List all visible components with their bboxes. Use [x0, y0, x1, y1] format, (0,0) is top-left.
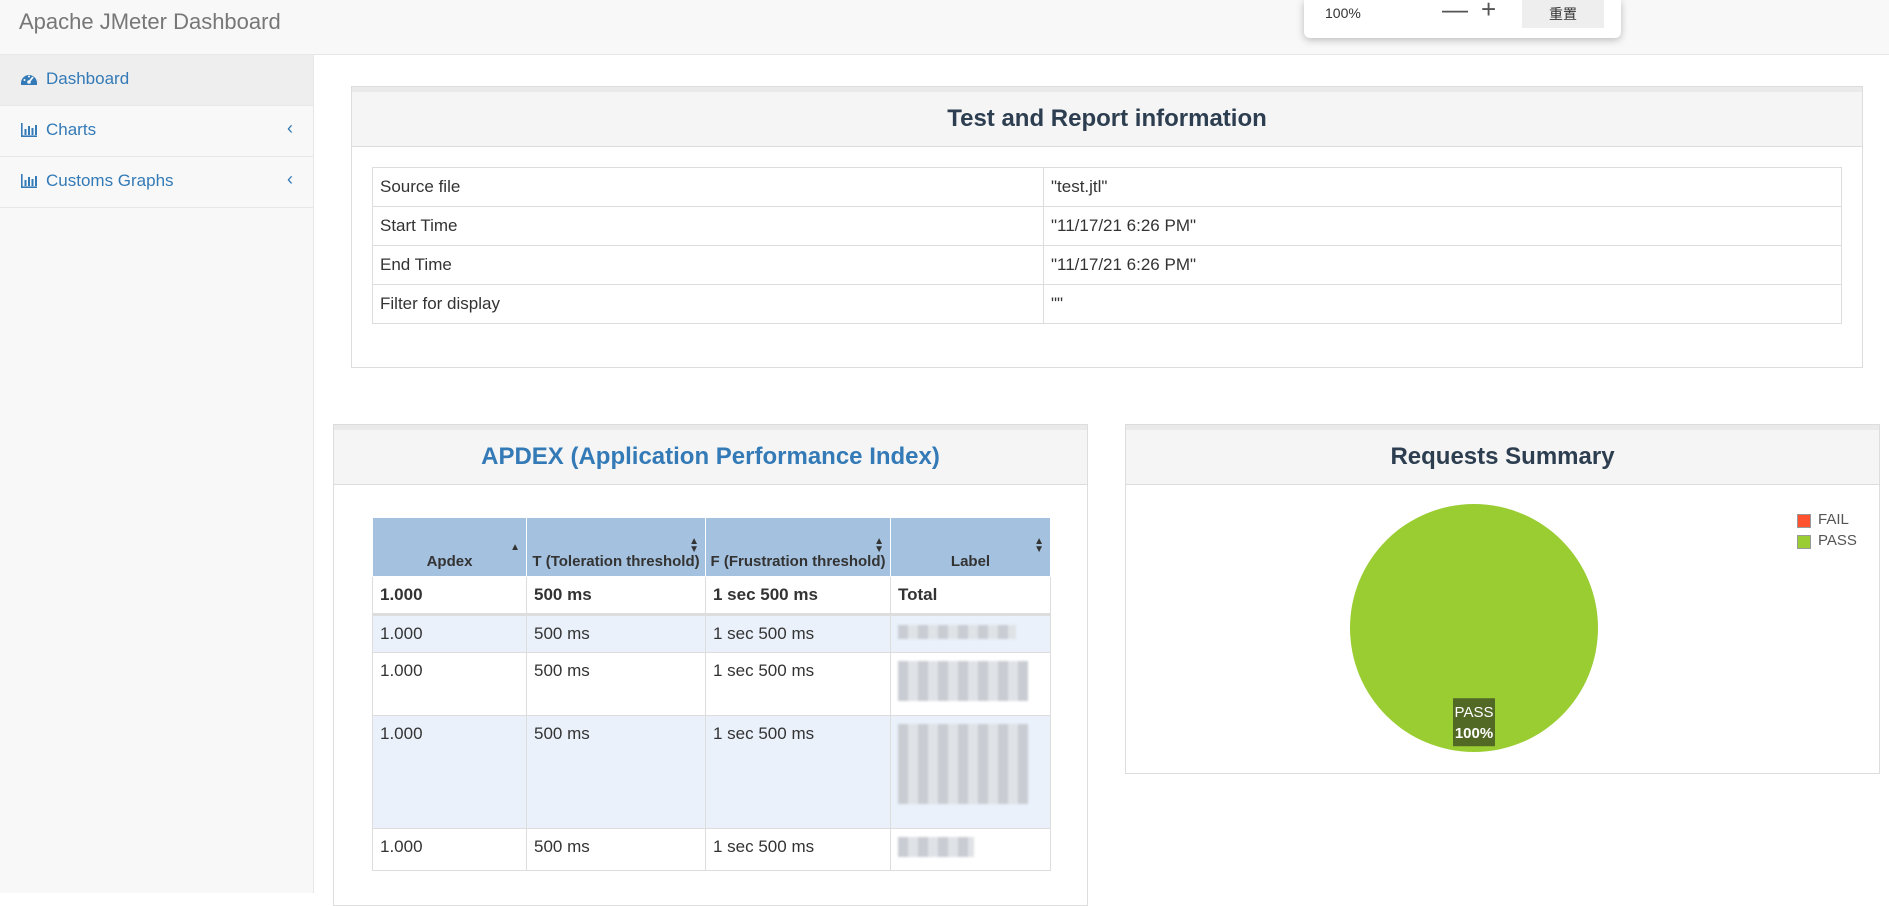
cell-apdex: 1.000 [372, 715, 527, 829]
info-key: Filter for display [372, 284, 1044, 324]
header-label: F (Frustration threshold) [710, 553, 886, 570]
cell-label-redacted [890, 614, 1051, 653]
cell-frustration: 1 sec 500 ms [705, 715, 891, 829]
sort-icon: ▲ ▼ [1034, 536, 1044, 555]
column-header-frustration[interactable]: F (Frustration threshold) ▲ ▼ [705, 517, 891, 577]
info-key: Start Time [372, 206, 1044, 246]
sidebar-item-dashboard[interactable]: Dashboard [0, 55, 313, 106]
header-label: T (Toleration threshold) [532, 553, 700, 570]
sidebar-item-label: Customs Graphs [46, 171, 174, 190]
cell-frustration: 1 sec 500 ms [705, 614, 891, 653]
cell-apdex: 1.000 [372, 576, 527, 616]
cell-toleration: 500 ms [526, 576, 706, 616]
table-row: 1.000 500 ms 1 sec 500 ms [372, 828, 1051, 871]
cell-frustration: 1 sec 500 ms [705, 576, 891, 616]
table-row: End Time "11/17/21 6:26 PM" [372, 245, 1842, 285]
apdex-panel: APDEX (Application Performance Index) Ap… [333, 424, 1088, 906]
cell-toleration: 500 ms [526, 715, 706, 829]
info-value: "test.jtl" [1043, 167, 1842, 207]
cell-label-redacted [890, 828, 1051, 871]
header-label: Apdex [426, 553, 473, 570]
cell-apdex: 1.000 [372, 614, 527, 653]
cell-label-redacted [890, 715, 1051, 829]
legend-swatch-pass [1797, 535, 1811, 549]
info-key: End Time [372, 245, 1044, 285]
test-info-table: Source file "test.jtl" Start Time "11/17… [372, 167, 1842, 324]
sidebar-item-charts[interactable]: Charts ‹ [0, 106, 313, 157]
cell-apdex: 1.000 [372, 828, 527, 871]
sort-icon: ▲ ▼ [874, 536, 884, 555]
cell-apdex: 1.000 [372, 652, 527, 716]
zoom-popup: 100% — + 重置 [1304, 0, 1621, 38]
requests-summary-title: Requests Summary [1126, 425, 1879, 485]
info-value: "11/17/21 6:26 PM" [1043, 206, 1842, 246]
column-header-toleration[interactable]: T (Toleration threshold) ▲ ▼ [526, 517, 706, 577]
header-label: Label [950, 553, 991, 570]
sort-icon: ▲ ▼ [689, 536, 699, 555]
legend-label: PASS [1818, 532, 1857, 549]
bar-chart-icon [21, 123, 37, 137]
apdex-title[interactable]: APDEX (Application Performance Index) [334, 425, 1087, 485]
redacted-text [898, 724, 1028, 804]
app-brand[interactable]: Apache JMeter Dashboard [19, 9, 281, 35]
zoom-level: 100% [1325, 5, 1361, 21]
table-row: 1.000 500 ms 1 sec 500 ms [372, 614, 1051, 653]
info-value: "11/17/21 6:26 PM" [1043, 245, 1842, 285]
requests-summary-panel: Requests Summary [1125, 424, 1880, 774]
zoom-in-button[interactable]: + [1481, 0, 1496, 25]
column-header-label[interactable]: Label ▲ ▼ [890, 517, 1051, 577]
zoom-reset-button[interactable]: 重置 [1522, 0, 1604, 28]
cell-label-redacted [890, 652, 1051, 716]
cell-frustration: 1 sec 500 ms [705, 652, 891, 716]
table-row: 1.000 500 ms 1 sec 500 ms [372, 715, 1051, 829]
chevron-left-icon: ‹ [287, 169, 293, 189]
table-header-row: Apdex ▲ T (Toleration threshold) ▲ ▼ F (Fru… [372, 517, 1051, 577]
sidebar-item-label: Dashboard [46, 69, 130, 88]
chevron-left-icon: ‹ [287, 118, 293, 138]
cell-frustration: 1 sec 500 ms [705, 828, 891, 871]
table-row: Source file "test.jtl" [372, 167, 1842, 207]
sort-asc-icon: ▲ [510, 542, 520, 553]
redacted-text [898, 837, 974, 857]
legend-label: FAIL [1818, 511, 1849, 528]
cell-toleration: 500 ms [526, 828, 706, 871]
sidebar-item-label: Charts [46, 120, 97, 139]
cell-toleration: 500 ms [526, 614, 706, 653]
table-row-total: 1.000 500 ms 1 sec 500 ms Total [372, 576, 1051, 616]
cell-toleration: 500 ms [526, 652, 706, 716]
zoom-out-button[interactable]: — [1442, 0, 1468, 25]
legend-swatch-fail [1797, 514, 1811, 528]
table-row: 1.000 500 ms 1 sec 500 ms [372, 652, 1051, 716]
test-info-panel: Test and Report information Source file … [351, 86, 1863, 368]
redacted-text [898, 661, 1028, 701]
sidebar-item-customs-graphs[interactable]: Customs Graphs ‹ [0, 157, 313, 208]
redacted-text [898, 625, 1016, 639]
test-info-title: Test and Report information [352, 87, 1862, 147]
table-row: Filter for display "" [372, 284, 1842, 324]
info-value: "" [1043, 284, 1842, 324]
dashboard-icon [21, 75, 37, 85]
column-header-apdex[interactable]: Apdex ▲ [372, 517, 527, 577]
bar-chart-icon [21, 174, 37, 188]
sidebar: Dashboard Charts ‹ Customs Graphs ‹ [0, 55, 314, 893]
cell-label: Total [890, 576, 1051, 616]
table-row: Start Time "11/17/21 6:26 PM" [372, 206, 1842, 246]
info-key: Source file [372, 167, 1044, 207]
apdex-table: Apdex ▲ T (Toleration threshold) ▲ ▼ F (Fru… [372, 517, 1051, 871]
